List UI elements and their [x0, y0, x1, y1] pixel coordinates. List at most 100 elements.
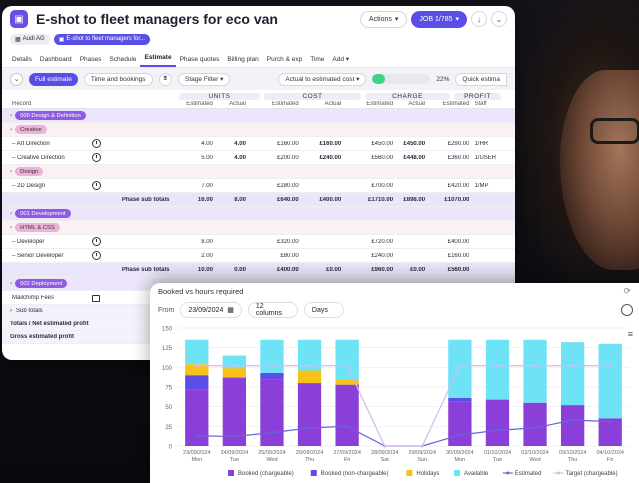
task-row[interactable]: ▪ Design	[2, 165, 515, 179]
clock-icon[interactable]	[92, 139, 102, 148]
line-point	[571, 418, 575, 422]
clock-icon[interactable]	[92, 181, 102, 190]
drag-handle-icon[interactable]: ▪	[10, 225, 12, 231]
cell-ca[interactable]: £240.00	[299, 155, 341, 161]
x-tick-label: 30/09/2024	[446, 450, 474, 456]
download-icon[interactable]: ↓	[471, 11, 487, 27]
chevron-down-icon[interactable]: ⌄	[10, 72, 23, 86]
phase-row[interactable]: ▪ 001 Development	[2, 207, 515, 221]
cell-ce[interactable]: £280.00	[246, 183, 299, 189]
cell-ua[interactable]: 4.00	[213, 141, 246, 147]
tab-add[interactable]: Add ▾	[328, 55, 353, 67]
drag-handle-icon[interactable]: ▪	[10, 211, 12, 217]
clock-icon[interactable]	[92, 153, 102, 162]
phase-row[interactable]: ▪ 000 Design & Definition	[2, 109, 515, 123]
cell-ce[interactable]: £320.00	[246, 239, 299, 245]
cell-ca: £400.00	[319, 196, 342, 203]
cell-ce[interactable]: £80.00	[246, 253, 298, 259]
x-tick-label: Thu	[568, 457, 577, 463]
chevron-down-icon[interactable]: ⌄	[491, 11, 507, 27]
table-row[interactable]: – Developer 8.00 £320.00 £720.00 £400.00	[2, 235, 515, 249]
cell-ha[interactable]: £448.00	[393, 155, 425, 161]
cell-st[interactable]: 1/MP	[469, 183, 515, 189]
cell-st[interactable]: 1/USER	[469, 155, 515, 161]
clock-icon[interactable]	[92, 251, 102, 260]
line-point	[270, 431, 274, 435]
bar-segment	[598, 343, 622, 419]
cell-he[interactable]: £450.00	[341, 141, 393, 147]
cell-pe[interactable]: £420.00	[425, 183, 470, 189]
cell-ue[interactable]: 8.00	[170, 239, 213, 245]
cell-ha[interactable]: £450.00	[393, 141, 425, 147]
charge-estimated-header: Estimated	[366, 101, 394, 107]
tab-details[interactable]: Details	[8, 56, 36, 67]
progress-label: 22%	[436, 75, 450, 83]
cell-he: £960.00	[371, 266, 394, 273]
cell-he[interactable]: £240.00	[341, 253, 393, 259]
full-estimate-toggle[interactable]: Full estimate	[29, 72, 78, 86]
job-button[interactable]: JOB 1/785 ▾	[411, 10, 467, 28]
cell-he[interactable]: £720.00	[341, 239, 393, 245]
tab-dashboard[interactable]: Dashboard	[36, 56, 76, 67]
cost-estimated-header: Estimated	[272, 101, 299, 107]
actions-button[interactable]: Actions ▾	[359, 10, 408, 28]
cell-he[interactable]: £700.00	[341, 183, 393, 189]
task-row[interactable]: ▪ HTML & CSS	[2, 221, 515, 235]
task-row[interactable]: ▪ Creative	[2, 123, 515, 137]
job-chip[interactable]: ▣ E-shot to fleet managers for...	[53, 33, 151, 45]
shopping-bag-icon[interactable]	[92, 294, 101, 302]
table-row[interactable]: – Creative Direction 5.00 4.00 £200.00 £240.…	[2, 151, 515, 165]
time-and-bookings-toggle[interactable]: Time and bookings	[83, 72, 153, 86]
bar-segment	[335, 339, 359, 380]
tab-estimate[interactable]: Estimate	[140, 54, 176, 67]
drag-handle-icon[interactable]: ▪	[10, 281, 12, 287]
table-row[interactable]: – 2D Design 7.00 £280.00 £700.00 £420.00 1/MP	[2, 179, 515, 193]
chevron-right-icon: ›	[10, 308, 12, 314]
cell-ue[interactable]: 7.00	[170, 183, 213, 189]
stage-filter-select[interactable]: Stage Filter ▾	[178, 72, 231, 86]
cost-mode-select[interactable]: Actual to estimated cost ▾	[278, 72, 367, 86]
x-tick-label: 02/10/2024	[521, 450, 549, 456]
filter-icon[interactable]: ⩩	[158, 72, 173, 86]
x-tick-label: 28/09/2024	[371, 450, 399, 456]
line-point	[232, 435, 236, 438]
tab-phases[interactable]: Phases	[76, 56, 106, 67]
table-row[interactable]: – Art Direction 4.00 4.00 £160.00 £160.00 £45…	[2, 137, 515, 151]
cell-ue[interactable]: 4.00	[170, 141, 213, 147]
bar-segment	[485, 339, 510, 400]
cell-he[interactable]: £560.00	[341, 155, 393, 161]
cell-ue[interactable]: 2.00	[170, 253, 213, 259]
bar-segment	[485, 399, 510, 446]
cell-pe[interactable]: £160.00	[425, 253, 470, 259]
tab-time[interactable]: Time	[306, 56, 328, 67]
legend-label: Holidays	[416, 471, 439, 477]
clock-icon[interactable]	[92, 237, 102, 246]
tab-billing-plan[interactable]: Billing plan	[223, 56, 262, 67]
cell-ce[interactable]: £200.00	[246, 155, 299, 161]
drag-handle-icon[interactable]: ▪	[10, 113, 12, 119]
drag-handle-icon[interactable]: ▪	[10, 127, 12, 133]
bar-segment	[448, 339, 472, 399]
breadcrumb: ▦ Audi AG ▣ E-shot to fleet managers for..…	[2, 32, 515, 46]
cell-ca[interactable]: £160.00	[299, 141, 341, 147]
phase-subtotal-row: Phase sub totals 10.00 0.00 £400.00 £0.00 £96…	[2, 263, 515, 277]
x-tick-label: Fri	[344, 457, 350, 463]
cell-ce: £400.00	[277, 266, 299, 273]
cell-ue[interactable]: 5.00	[170, 155, 213, 161]
table-row[interactable]: – Senior Developer 2.00 £80.00 £240.00 £160.…	[2, 249, 515, 263]
tab-schedule[interactable]: Schedule	[105, 56, 140, 67]
cell-ce[interactable]: £160.00	[246, 141, 299, 147]
cell-ua[interactable]: 4.00	[213, 155, 246, 161]
building-icon: ▦	[15, 36, 21, 43]
phase-tag: 002 Deployment	[15, 279, 68, 288]
cell-pe[interactable]: £360.00	[425, 155, 470, 161]
client-chip[interactable]: ▦ Audi AG	[10, 33, 50, 45]
quick-estimate-button[interactable]: Quick estima	[455, 72, 507, 86]
cell-st[interactable]: 1/HR	[469, 141, 515, 147]
x-tick-label: Thu	[305, 457, 314, 463]
cell-pe[interactable]: £290.00	[425, 141, 470, 147]
cell-pe[interactable]: £400.00	[425, 239, 470, 245]
tab-phase-quotes[interactable]: Phase quotes	[176, 56, 224, 67]
tab-purch-exp[interactable]: Purch & exp	[263, 56, 306, 67]
drag-handle-icon[interactable]: ▪	[10, 169, 12, 175]
